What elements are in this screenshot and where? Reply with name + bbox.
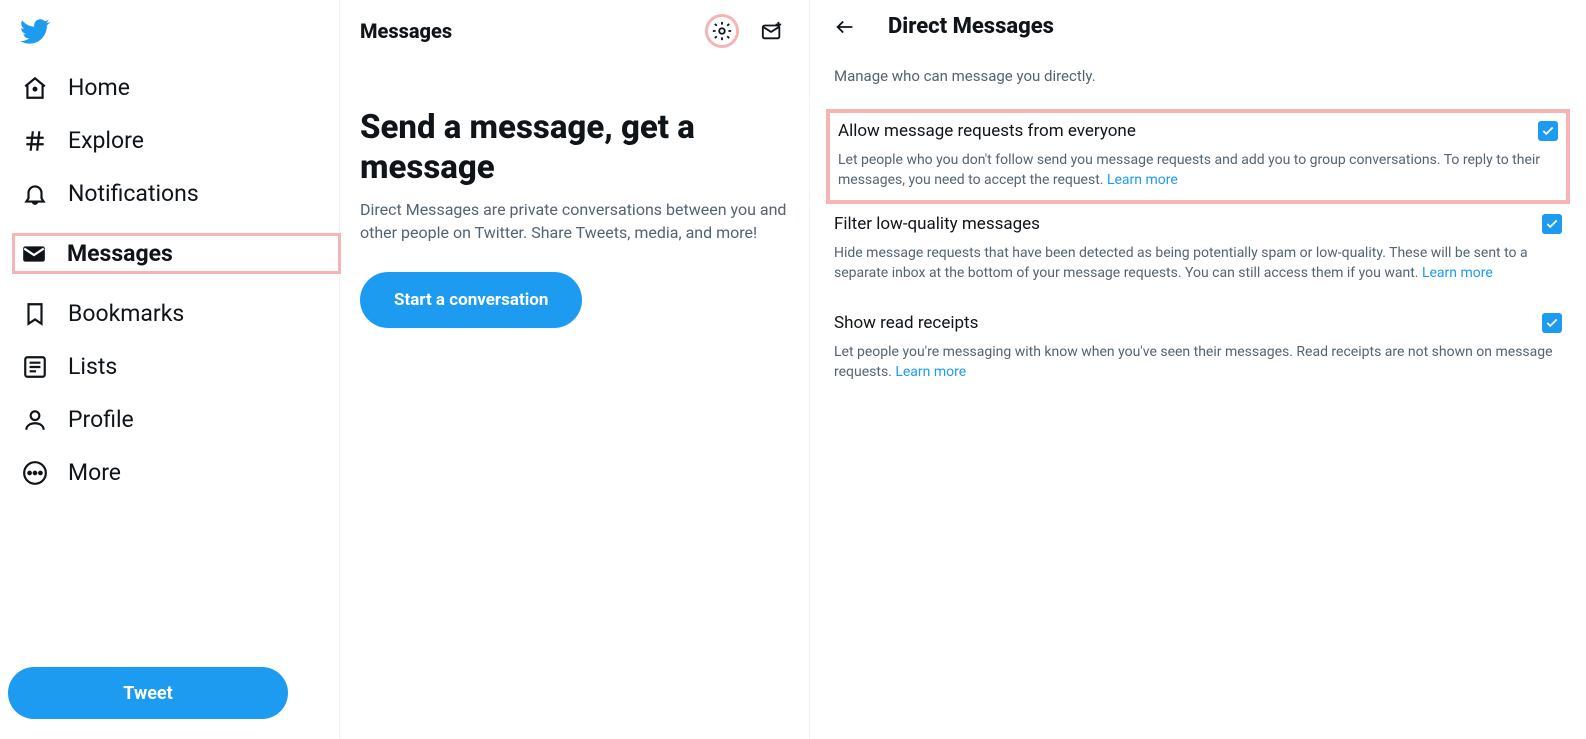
- nav-label: Notifications: [68, 180, 199, 207]
- nav-messages[interactable]: Messages: [12, 233, 341, 274]
- start-conversation-button[interactable]: Start a conversation: [360, 272, 582, 328]
- settings-header: Direct Messages: [834, 14, 1562, 39]
- envelope-icon: [21, 241, 47, 267]
- nav-lists[interactable]: Lists: [22, 353, 331, 380]
- checkbox-read-receipts[interactable]: [1542, 313, 1562, 333]
- setting-title: Filter low-quality messages: [834, 214, 1040, 234]
- messages-empty-state: Send a message, get a message Direct Mes…: [360, 108, 789, 328]
- learn-more-link[interactable]: Learn more: [895, 364, 966, 380]
- setting-filter-low-quality: Filter low-quality messages Hide message…: [834, 204, 1562, 303]
- nav-label: Home: [68, 74, 130, 101]
- setting-allow-requests: Allow message requests from everyone Let…: [826, 109, 1570, 204]
- bookmark-icon: [22, 301, 48, 327]
- hash-icon: [22, 128, 48, 154]
- nav-bookmarks[interactable]: Bookmarks: [22, 300, 331, 327]
- nav-explore[interactable]: Explore: [22, 127, 331, 154]
- checkbox-filter-low-quality[interactable]: [1542, 214, 1562, 234]
- nav-label: Bookmarks: [68, 300, 184, 327]
- nav-label: Lists: [68, 353, 117, 380]
- nav-label: Profile: [68, 406, 134, 433]
- nav-home[interactable]: Home: [22, 74, 331, 101]
- empty-state-desc: Direct Messages are private conversation…: [360, 199, 789, 244]
- more-icon: [22, 460, 48, 486]
- home-icon: [22, 75, 48, 101]
- nav-label: Messages: [67, 240, 173, 267]
- setting-title: Allow message requests from everyone: [838, 121, 1136, 141]
- checkbox-allow-requests[interactable]: [1538, 121, 1558, 141]
- nav-label: More: [68, 459, 121, 486]
- messages-actions: [705, 14, 789, 48]
- new-message-button[interactable]: [755, 14, 789, 48]
- twitter-logo[interactable]: [8, 8, 331, 54]
- empty-state-title: Send a message, get a message: [360, 108, 789, 187]
- gear-icon: [711, 20, 733, 42]
- setting-title: Show read receipts: [834, 313, 978, 333]
- settings-title: Direct Messages: [888, 14, 1054, 39]
- list-icon: [22, 354, 48, 380]
- learn-more-link[interactable]: Learn more: [1107, 172, 1178, 188]
- setting-desc: Hide message requests that have been det…: [834, 244, 1562, 283]
- setting-desc: Let people you're messaging with know wh…: [834, 343, 1562, 382]
- sidebar: Home Explore Notifications Messages Book…: [0, 0, 340, 739]
- messages-column: Messages Send a message, get a message D…: [340, 0, 810, 739]
- bell-icon: [22, 181, 48, 207]
- nav-more[interactable]: More: [22, 459, 331, 486]
- settings-subtitle: Manage who can message you directly.: [834, 67, 1562, 85]
- learn-more-link[interactable]: Learn more: [1422, 265, 1493, 281]
- settings-button[interactable]: [705, 14, 739, 48]
- messages-title: Messages: [360, 19, 452, 43]
- setting-read-receipts: Show read receipts Let people you're mes…: [834, 303, 1562, 402]
- user-icon: [22, 407, 48, 433]
- settings-column: Direct Messages Manage who can message y…: [810, 0, 1586, 739]
- back-button[interactable]: [834, 16, 856, 38]
- new-message-icon: [761, 20, 783, 42]
- arrow-left-icon: [834, 16, 856, 38]
- nav-notifications[interactable]: Notifications: [22, 180, 331, 207]
- nav-list: Home Explore Notifications Messages Book…: [8, 74, 331, 486]
- messages-header: Messages: [360, 14, 789, 48]
- nav-label: Explore: [68, 127, 144, 154]
- tweet-button[interactable]: Tweet: [8, 667, 288, 719]
- nav-profile[interactable]: Profile: [22, 406, 331, 433]
- setting-desc: Let people who you don't follow send you…: [838, 151, 1558, 190]
